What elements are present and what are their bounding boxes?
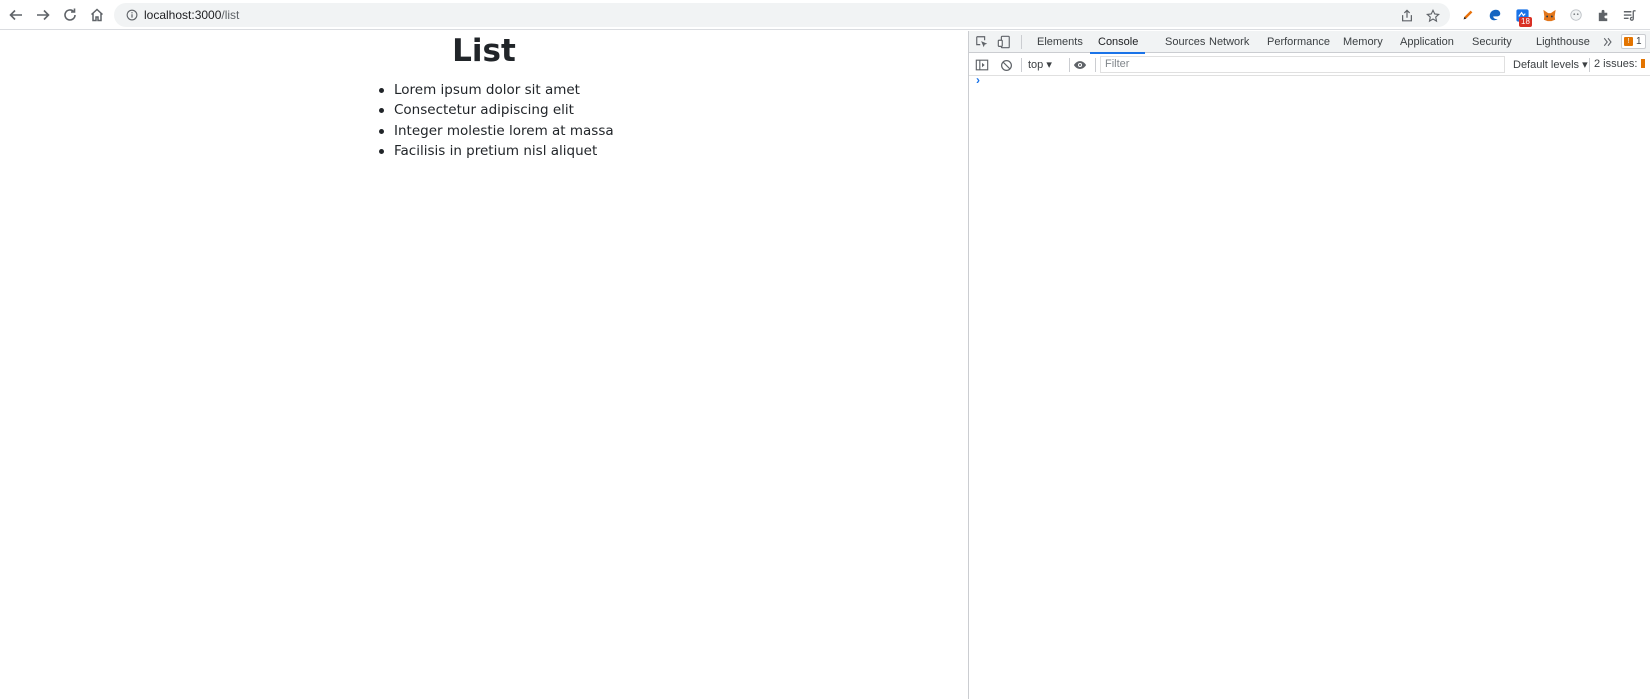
divider <box>1069 58 1070 72</box>
tab-application[interactable]: Application <box>1400 31 1454 53</box>
tab-security[interactable]: Security <box>1472 31 1512 53</box>
arrow-left-icon <box>9 9 22 21</box>
list-item: Facilisis in pretium nisl aliquet <box>378 141 614 161</box>
warning-icon: ! <box>1624 37 1633 46</box>
tab-elements[interactable]: Elements <box>1037 31 1083 53</box>
share-icon[interactable] <box>1398 7 1416 25</box>
log-levels-select[interactable]: Default levels ▾ <box>1513 58 1588 71</box>
home-button[interactable] <box>87 5 107 25</box>
reload-icon <box>64 8 76 21</box>
context-value: top <box>1028 59 1044 71</box>
web-page: List Lorem ipsum dolor sit amet Consecte… <box>0 31 968 699</box>
eye-icon[interactable] <box>1072 57 1088 73</box>
list-item: Lorem ipsum dolor sit amet <box>378 80 614 100</box>
metamask-fox-icon[interactable] <box>1540 6 1558 24</box>
bookmark-star-icon[interactable] <box>1424 7 1442 25</box>
url-path: /list <box>221 8 240 22</box>
home-icon <box>90 8 104 22</box>
tab-sources[interactable]: Sources <box>1165 31 1205 53</box>
issues-counter-button[interactable]: ! 1 <box>1621 34 1646 49</box>
extension-pen-icon[interactable] <box>1459 6 1477 24</box>
tab-memory[interactable]: Memory <box>1343 31 1383 53</box>
tab-lighthouse[interactable]: Lighthouse <box>1536 31 1590 53</box>
console-prompt[interactable]: › <box>976 73 980 87</box>
log-levels-label: Default levels <box>1513 59 1580 71</box>
issues-link[interactable]: 2 issues: <box>1594 58 1645 70</box>
bullet-list: Lorem ipsum dolor sit amet Consectetur a… <box>378 80 614 161</box>
back-button[interactable] <box>6 5 26 25</box>
extension-badge: 18 <box>1519 17 1532 27</box>
sidebar-toggle-icon[interactable] <box>974 57 990 73</box>
inspect-element-icon[interactable] <box>974 34 990 50</box>
device-toolbar-icon[interactable] <box>996 34 1012 50</box>
divider <box>1021 58 1022 72</box>
dropdown-arrow-icon: ▾ <box>1582 59 1588 71</box>
context-select[interactable]: top ▾ <box>1028 58 1052 71</box>
address-bar[interactable]: localhost:3000/list <box>114 3 1450 27</box>
reading-list-icon[interactable] <box>1620 6 1638 24</box>
devtools-tab-bar: Elements Console Sources Network Perform… <box>969 31 1650 54</box>
forward-button[interactable] <box>33 5 53 25</box>
devtools-panel: Elements Console Sources Network Perform… <box>969 31 1650 699</box>
dropdown-arrow-icon: ▾ <box>1046 59 1052 71</box>
tab-network[interactable]: Network <box>1209 31 1249 53</box>
tab-console[interactable]: Console <box>1089 31 1146 54</box>
site-info-icon[interactable] <box>124 7 140 23</box>
issue-count: 1 <box>1636 36 1642 47</box>
tab-performance[interactable]: Performance <box>1267 31 1330 53</box>
divider <box>1589 58 1590 72</box>
extensions-puzzle-icon[interactable] <box>1594 6 1612 24</box>
console-toolbar: top ▾ Filter Default levels ▾ 2 issues: <box>969 54 1650 76</box>
arrow-right-icon <box>37 9 50 21</box>
list-item: Consectetur adipiscing elit <box>378 100 614 120</box>
reload-button[interactable] <box>60 5 80 25</box>
page-title: List <box>452 33 516 69</box>
browser-toolbar: localhost:3000/list 18 <box>0 0 1650 30</box>
filter-input[interactable]: Filter <box>1100 56 1505 73</box>
extension-cat-icon[interactable] <box>1567 6 1585 24</box>
divider <box>1095 58 1096 72</box>
url-text[interactable]: localhost:3000/list <box>144 8 239 22</box>
divider <box>1021 35 1022 49</box>
list-item: Integer molestie lorem at massa <box>378 121 614 141</box>
more-tabs-chevron-icon[interactable] <box>1600 34 1616 50</box>
url-host: localhost:3000 <box>144 8 222 22</box>
extension-edge-icon[interactable] <box>1486 6 1504 24</box>
clear-console-icon[interactable] <box>998 57 1014 73</box>
